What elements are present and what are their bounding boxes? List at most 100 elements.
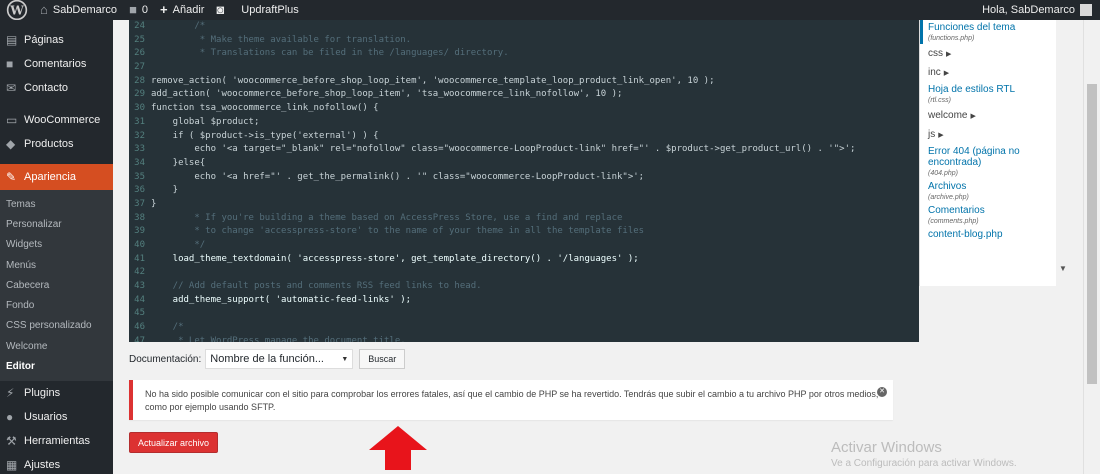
- file-label: Hoja de estilos RTL: [928, 84, 1016, 95]
- admin-bar: W ⌂ SabDemarco ■ 0 + Añadir ◙ UpdraftPlu…: [0, 0, 1100, 21]
- submenu-item-background[interactable]: Fondo: [0, 295, 113, 315]
- code-line: 39 * to change 'accesspress-store' to th…: [129, 225, 919, 239]
- code-line: 32 if ( $product->is_type('external') ) …: [129, 130, 919, 144]
- tools-icon: ⚒: [6, 433, 17, 448]
- user-greeting: Hola, SabDemarco: [982, 4, 1075, 16]
- comments-count: 0: [141, 4, 149, 16]
- caret-right-icon: ▶: [943, 70, 950, 77]
- line-number: 26: [134, 48, 145, 59]
- code-line: 33 echo '<a target="_blank" rel="nofollo…: [129, 143, 919, 157]
- code-line: 36 }: [129, 184, 919, 198]
- plus-icon: +: [160, 2, 168, 17]
- dismiss-icon[interactable]: ✕: [877, 387, 887, 397]
- submenu-item-themes[interactable]: Temas: [0, 194, 113, 214]
- submenu-item-welcome[interactable]: Welcome: [0, 336, 113, 356]
- sidebar-item-label: Ajustes: [24, 458, 61, 471]
- page-scrollbar[interactable]: [1083, 20, 1100, 474]
- sidebar-item-appearance[interactable]: ✎ Apariencia: [0, 164, 113, 190]
- line-number: 37: [134, 198, 145, 209]
- file-list-scroll-down-icon[interactable]: ▼: [1058, 264, 1068, 276]
- sidebar-item-products[interactable]: ◆ Productos: [0, 132, 113, 156]
- file-item-functions[interactable]: Funciones del tema (functions.php): [920, 20, 1056, 44]
- sidebar-item-tools[interactable]: ⚒ Herramientas: [0, 429, 113, 453]
- svg-text:W: W: [9, 3, 24, 17]
- submenu-item-custom-css[interactable]: CSS personalizado: [0, 316, 113, 336]
- line-text: * If you're building a theme based on Ac…: [151, 212, 623, 223]
- line-number: 31: [134, 116, 145, 127]
- line-number: 28: [134, 75, 145, 86]
- file-item[interactable]: Error 404 (página no encontrada) (404.php…: [920, 144, 1056, 179]
- products-icon: ◆: [6, 137, 16, 151]
- code-editor[interactable]: 24 /* 25 * Make theme available for trans…: [129, 20, 919, 342]
- update-file-button[interactable]: Actualizar archivo: [129, 432, 218, 453]
- folder-item[interactable]: inc ▶: [920, 63, 1056, 82]
- folder-item[interactable]: css ▶: [920, 44, 1056, 63]
- caret-right-icon: ▶: [938, 132, 944, 139]
- line-number: 47: [134, 335, 145, 342]
- sidebar-item-plugins[interactable]: ⚡ Plugins: [0, 381, 113, 405]
- file-item[interactable]: content-blog.php: [920, 227, 1056, 242]
- function-name-select[interactable]: Nombre de la función... ▼: [205, 349, 354, 369]
- sidebar-item-comments[interactable]: ■ Comentarios: [0, 52, 113, 76]
- documentation-label: Documentación:: [129, 353, 202, 365]
- sidebar-item-contact[interactable]: ✉ Contacto: [0, 76, 113, 100]
- line-number: 44: [134, 294, 145, 305]
- line-text: add_action( 'woocommerce_before_shop_loo…: [151, 89, 623, 100]
- search-docs-button[interactable]: Buscar: [359, 349, 406, 369]
- line-text: }else{: [151, 157, 206, 168]
- scrollbar-thumb[interactable]: [1087, 84, 1097, 384]
- sidebar-item-users[interactable]: ● Usuarios: [0, 405, 113, 429]
- updraftplus-link[interactable]: UpdraftPlus: [235, 0, 304, 20]
- avatar: [1080, 4, 1092, 16]
- code-line: 30 function tsa_woocommerce_link_nofollow…: [129, 102, 919, 116]
- wordpress-logo-icon: W: [6, 0, 28, 21]
- new-label: Añadir: [172, 4, 205, 16]
- windows-activation-watermark: Activar Windows Ve a Configuración para …: [831, 439, 1017, 469]
- code-lines: 24 /* 25 * Make theme available for trans…: [129, 20, 919, 342]
- submenu-item-customize[interactable]: Personalizar: [0, 214, 113, 234]
- code-line: 45: [129, 307, 919, 321]
- documentation-row: Documentación: Nombre de la función... ▼…: [129, 349, 406, 369]
- sidebar-item-label: Comentarios: [24, 58, 87, 70]
- line-number: 33: [134, 144, 145, 155]
- updraftplus-label: UpdraftPlus: [241, 4, 299, 16]
- line-number: 30: [134, 103, 145, 114]
- file-name: (comments.php): [928, 218, 979, 225]
- code-line: 42: [129, 266, 919, 280]
- wp-badge-icon: ◙: [216, 2, 225, 17]
- woo-shortcut-button[interactable]: ◙: [210, 0, 235, 20]
- code-line: 47 * Let WordPress manage the document t…: [129, 335, 919, 342]
- folder-item[interactable]: js ▶: [920, 125, 1056, 144]
- pages-icon: ▤: [6, 33, 18, 47]
- code-line: 27: [129, 61, 919, 75]
- user-account-link[interactable]: Hola, SabDemarco: [976, 0, 1100, 20]
- submenu-item-widgets[interactable]: Widgets: [0, 235, 113, 255]
- sidebar-item-woocommerce[interactable]: ▭ WooCommerce: [0, 108, 113, 132]
- file-item[interactable]: Comentarios (comments.php): [920, 203, 1056, 227]
- comments-link[interactable]: ■ 0: [123, 0, 154, 20]
- file-entries: css ▶ inc ▶ Hoja de estilos RTL (rtl.css) welc…: [920, 44, 1056, 242]
- line-text: * Translations can be filed in the /lang…: [151, 48, 509, 59]
- wordpress-logo-button[interactable]: W: [0, 0, 34, 21]
- new-content-link[interactable]: + Añadir: [154, 0, 210, 20]
- code-line: 43 // Add default posts and comments RSS…: [129, 280, 919, 294]
- line-text: /*: [151, 322, 184, 333]
- code-line: 46 /*: [129, 321, 919, 335]
- folder-label: inc: [928, 67, 941, 78]
- sidebar-item-settings[interactable]: ▦ Ajustes: [0, 453, 113, 474]
- submenu-item-header[interactable]: Cabecera: [0, 275, 113, 295]
- submenu-item-menus[interactable]: Menús: [0, 255, 113, 275]
- file-label: Archivos: [928, 181, 967, 192]
- code-line: 44 add_theme_support( 'automatic-feed-li…: [129, 294, 919, 308]
- line-text: echo '<a target="_blank" rel="nofollow" …: [151, 144, 856, 155]
- file-item[interactable]: Archivos (archive.php): [920, 179, 1056, 203]
- code-line: 29 add_action( 'woocommerce_before_shop_l…: [129, 88, 919, 102]
- sidebar-item-pages[interactable]: ▤ Páginas: [0, 28, 113, 52]
- caret-right-icon: ▶: [946, 51, 952, 58]
- folder-item[interactable]: welcome ▶: [920, 106, 1056, 125]
- code-line: 26 * Translations can be filed in the /l…: [129, 47, 919, 61]
- site-name-link[interactable]: ⌂ SabDemarco: [34, 0, 123, 20]
- file-item[interactable]: Hoja de estilos RTL (rtl.css): [920, 82, 1056, 106]
- submenu-item-editor[interactable]: Editor: [0, 356, 113, 376]
- sidebar-item-label: Usuarios: [24, 410, 68, 423]
